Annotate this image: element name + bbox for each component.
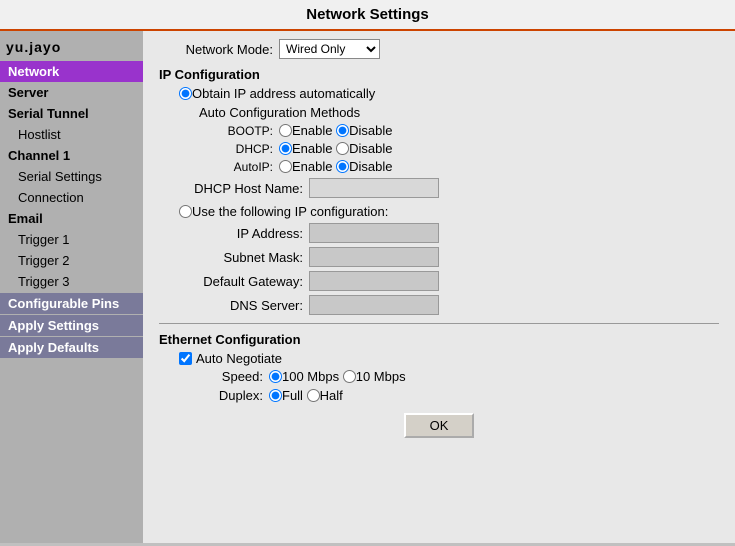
autoip-label: AutoIP: — [199, 160, 279, 174]
sidebar: yu.jayo Network Server Serial Tunnel Hos… — [0, 31, 143, 543]
duplex-half-label: Half — [320, 388, 343, 403]
bootp-disable-radio[interactable] — [336, 124, 349, 137]
bootp-enable-radio[interactable] — [279, 124, 292, 137]
sidebar-item-serial-settings[interactable]: Serial Settings — [0, 166, 143, 187]
ip-address-label: IP Address: — [199, 226, 309, 241]
autoip-disable-radio[interactable] — [336, 160, 349, 173]
network-mode-select[interactable]: Wired Only Wireless Only Both — [279, 39, 380, 59]
main-content: Network Mode: Wired Only Wireless Only B… — [143, 31, 735, 543]
subnet-mask-input[interactable] — [309, 247, 439, 267]
dhcp-hostname-input[interactable] — [309, 178, 439, 198]
auto-negotiate-checkbox[interactable] — [179, 352, 192, 365]
network-mode-label: Network Mode: — [159, 42, 279, 57]
dhcp-label: DHCP: — [199, 142, 279, 156]
sidebar-item-configurable-pins[interactable]: Configurable Pins — [0, 293, 143, 314]
default-gateway-label: Default Gateway: — [199, 274, 309, 289]
sidebar-item-trigger3[interactable]: Trigger 3 — [0, 271, 143, 292]
sidebar-item-apply-settings[interactable]: Apply Settings — [0, 315, 143, 336]
ip-address-input[interactable] — [309, 223, 439, 243]
duplex-full-radio[interactable] — [269, 389, 282, 402]
dhcp-disable-label: Disable — [349, 141, 392, 156]
dhcp-disable-radio[interactable] — [336, 142, 349, 155]
auto-ip-radio[interactable] — [179, 87, 192, 100]
ok-button[interactable]: OK — [404, 413, 475, 438]
sidebar-item-trigger2[interactable]: Trigger 2 — [0, 250, 143, 271]
default-gateway-input[interactable] — [309, 271, 439, 291]
dhcp-enable-radio[interactable] — [279, 142, 292, 155]
autoip-enable-radio[interactable] — [279, 160, 292, 173]
sidebar-item-server[interactable]: Server — [0, 82, 143, 103]
subnet-mask-label: Subnet Mask: — [199, 250, 309, 265]
bootp-enable-label: Enable — [292, 123, 332, 138]
ip-config-title: IP Configuration — [159, 67, 719, 82]
sidebar-item-channel1[interactable]: Channel 1 — [0, 145, 143, 166]
speed-100-label: 100 Mbps — [282, 369, 339, 384]
section-divider — [159, 323, 719, 324]
bootp-label: BOOTP: — [199, 124, 279, 138]
sidebar-item-serial-tunnel[interactable]: Serial Tunnel — [0, 103, 143, 124]
auto-config-methods-label: Auto Configuration Methods — [199, 105, 360, 120]
duplex-half-radio[interactable] — [307, 389, 320, 402]
sidebar-item-trigger1[interactable]: Trigger 1 — [0, 229, 143, 250]
dhcp-hostname-label: DHCP Host Name: — [179, 181, 309, 196]
bootp-disable-label: Disable — [349, 123, 392, 138]
use-following-label: Use the following IP configuration: — [192, 204, 388, 219]
ethernet-config-title: Ethernet Configuration — [159, 332, 719, 347]
sidebar-item-hostlist[interactable]: Hostlist — [0, 124, 143, 145]
page-title: Network Settings — [0, 0, 735, 31]
autoip-disable-label: Disable — [349, 159, 392, 174]
auto-ip-label: Obtain IP address automatically — [192, 86, 375, 101]
auto-negotiate-label: Auto Negotiate — [196, 351, 282, 366]
sidebar-item-apply-defaults[interactable]: Apply Defaults — [0, 337, 143, 358]
speed-100-radio[interactable] — [269, 370, 282, 383]
sidebar-item-connection[interactable]: Connection — [0, 187, 143, 208]
duplex-full-label: Full — [282, 388, 303, 403]
autoip-enable-label: Enable — [292, 159, 332, 174]
speed-label: Speed: — [199, 369, 269, 384]
manual-ip-radio[interactable] — [179, 205, 192, 218]
app-logo: yu.jayo — [0, 35, 143, 61]
speed-10-label: 10 Mbps — [356, 369, 406, 384]
sidebar-item-network[interactable]: Network — [0, 61, 143, 82]
duplex-label: Duplex: — [199, 388, 269, 403]
dhcp-enable-label: Enable — [292, 141, 332, 156]
dns-server-input[interactable] — [309, 295, 439, 315]
dns-server-label: DNS Server: — [199, 298, 309, 313]
speed-10-radio[interactable] — [343, 370, 356, 383]
sidebar-item-email[interactable]: Email — [0, 208, 143, 229]
